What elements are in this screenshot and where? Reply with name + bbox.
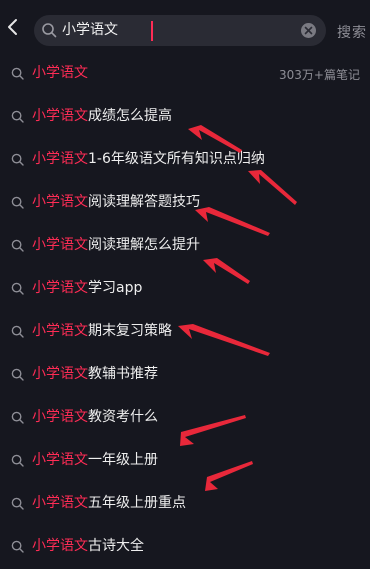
suggestion-item[interactable]: 小学语文五年级上册重点 xyxy=(0,482,370,525)
suggestion-text: 小学语文一年级上册 xyxy=(32,451,158,469)
search-icon xyxy=(11,110,24,123)
suggestion-item[interactable]: 小学语文阅读理解答题技巧 xyxy=(0,181,370,224)
suggestion-highlight: 小学语文 xyxy=(32,108,88,124)
search-icon xyxy=(11,454,24,467)
suggestion-item[interactable]: 小学语文1-6年级语文所有知识点归纳 xyxy=(0,138,370,181)
suggestion-item[interactable]: 小学语文学习app xyxy=(0,267,370,310)
suggestion-item[interactable]: 小学语文教辅书推荐 xyxy=(0,353,370,396)
search-input[interactable] xyxy=(62,15,298,46)
back-button[interactable] xyxy=(4,16,24,38)
search-icon xyxy=(11,540,24,553)
suggestion-text: 小学语文学习app xyxy=(32,279,142,297)
suggestion-item[interactable]: 小学语文成绩怎么提高 xyxy=(0,95,370,138)
suggestion-text: 小学语文阅读理解怎么提升 xyxy=(32,236,200,254)
search-icon xyxy=(11,282,24,295)
suggestion-text: 小学语文 xyxy=(32,64,88,82)
suggestion-rest: 期末复习策略 xyxy=(88,323,172,339)
search-icon xyxy=(42,23,57,38)
suggestion-text: 小学语文五年级上册重点 xyxy=(32,494,186,512)
search-screen: 搜索 小学语文303万+篇笔记小学语文成绩怎么提高小学语文1-6年级语文所有知识… xyxy=(0,0,372,569)
suggestion-highlight: 小学语文 xyxy=(32,409,88,425)
suggestion-item[interactable]: 小学语文阅读理解怎么提升 xyxy=(0,224,370,267)
search-icon xyxy=(11,67,24,80)
suggestion-highlight: 小学语文 xyxy=(32,280,88,296)
suggestion-text: 小学语文教辅书推荐 xyxy=(32,365,158,383)
suggestion-rest: 阅读理解怎么提升 xyxy=(88,237,200,253)
suggestion-highlight: 小学语文 xyxy=(32,65,88,81)
search-box[interactable] xyxy=(34,15,326,46)
suggestion-item[interactable]: 小学语文 303万+篇笔记 xyxy=(0,52,370,95)
search-icon xyxy=(11,368,24,381)
note-count: 303万+篇笔记 xyxy=(279,68,360,82)
suggestion-rest: 成绩怎么提高 xyxy=(88,108,172,124)
suggestion-text: 小学语文古诗大全 xyxy=(32,537,144,555)
suggestion-highlight: 小学语文 xyxy=(32,194,88,210)
search-icon xyxy=(11,497,24,510)
suggestion-highlight: 小学语文 xyxy=(32,366,88,382)
suggestion-highlight: 小学语文 xyxy=(32,237,88,253)
suggestion-highlight: 小学语文 xyxy=(32,538,88,554)
suggestion-rest: 教辅书推荐 xyxy=(88,366,158,382)
suggestion-rest: 1-6年级语文所有知识点归纳 xyxy=(88,151,265,167)
suggestion-item[interactable]: 小学语文期末复习策略 xyxy=(0,310,370,353)
suggestion-rest: 学习app xyxy=(88,280,143,296)
search-icon xyxy=(11,239,24,252)
search-icon xyxy=(11,411,24,424)
suggestion-rest: 教资考什么 xyxy=(88,409,158,425)
suggestion-text: 小学语文1-6年级语文所有知识点归纳 xyxy=(32,150,265,168)
search-icon xyxy=(11,196,24,209)
search-icon xyxy=(11,153,24,166)
suggestion-text: 小学语文阅读理解答题技巧 xyxy=(32,193,200,211)
text-caret xyxy=(151,21,153,41)
clear-icon xyxy=(301,23,316,38)
suggestion-rest: 阅读理解答题技巧 xyxy=(88,194,200,210)
suggestion-text: 小学语文期末复习策略 xyxy=(32,322,172,340)
suggestion-list: 小学语文 303万+篇笔记 小学语文成绩怎么提高 小学语文1-6年级语文所有知识点归纳… xyxy=(0,52,370,568)
chevron-left-icon xyxy=(8,19,17,35)
suggestion-rest: 五年级上册重点 xyxy=(88,495,186,511)
search-button[interactable]: 搜索 xyxy=(337,22,367,42)
suggestion-rest: 古诗大全 xyxy=(88,538,144,554)
suggestion-rest: 一年级上册 xyxy=(88,452,158,468)
suggestion-text: 小学语文成绩怎么提高 xyxy=(32,107,172,125)
suggestion-item[interactable]: 小学语文教资考什么 xyxy=(0,396,370,439)
suggestion-item[interactable]: 小学语文一年级上册 xyxy=(0,439,370,482)
clear-button[interactable] xyxy=(300,22,317,39)
suggestion-item[interactable]: 小学语文古诗大全 xyxy=(0,525,370,568)
suggestion-highlight: 小学语文 xyxy=(32,495,88,511)
suggestion-highlight: 小学语文 xyxy=(32,452,88,468)
suggestion-highlight: 小学语文 xyxy=(32,151,88,167)
suggestion-highlight: 小学语文 xyxy=(32,323,88,339)
search-icon xyxy=(11,325,24,338)
suggestion-text: 小学语文教资考什么 xyxy=(32,408,158,426)
search-header: 搜索 xyxy=(0,0,370,52)
